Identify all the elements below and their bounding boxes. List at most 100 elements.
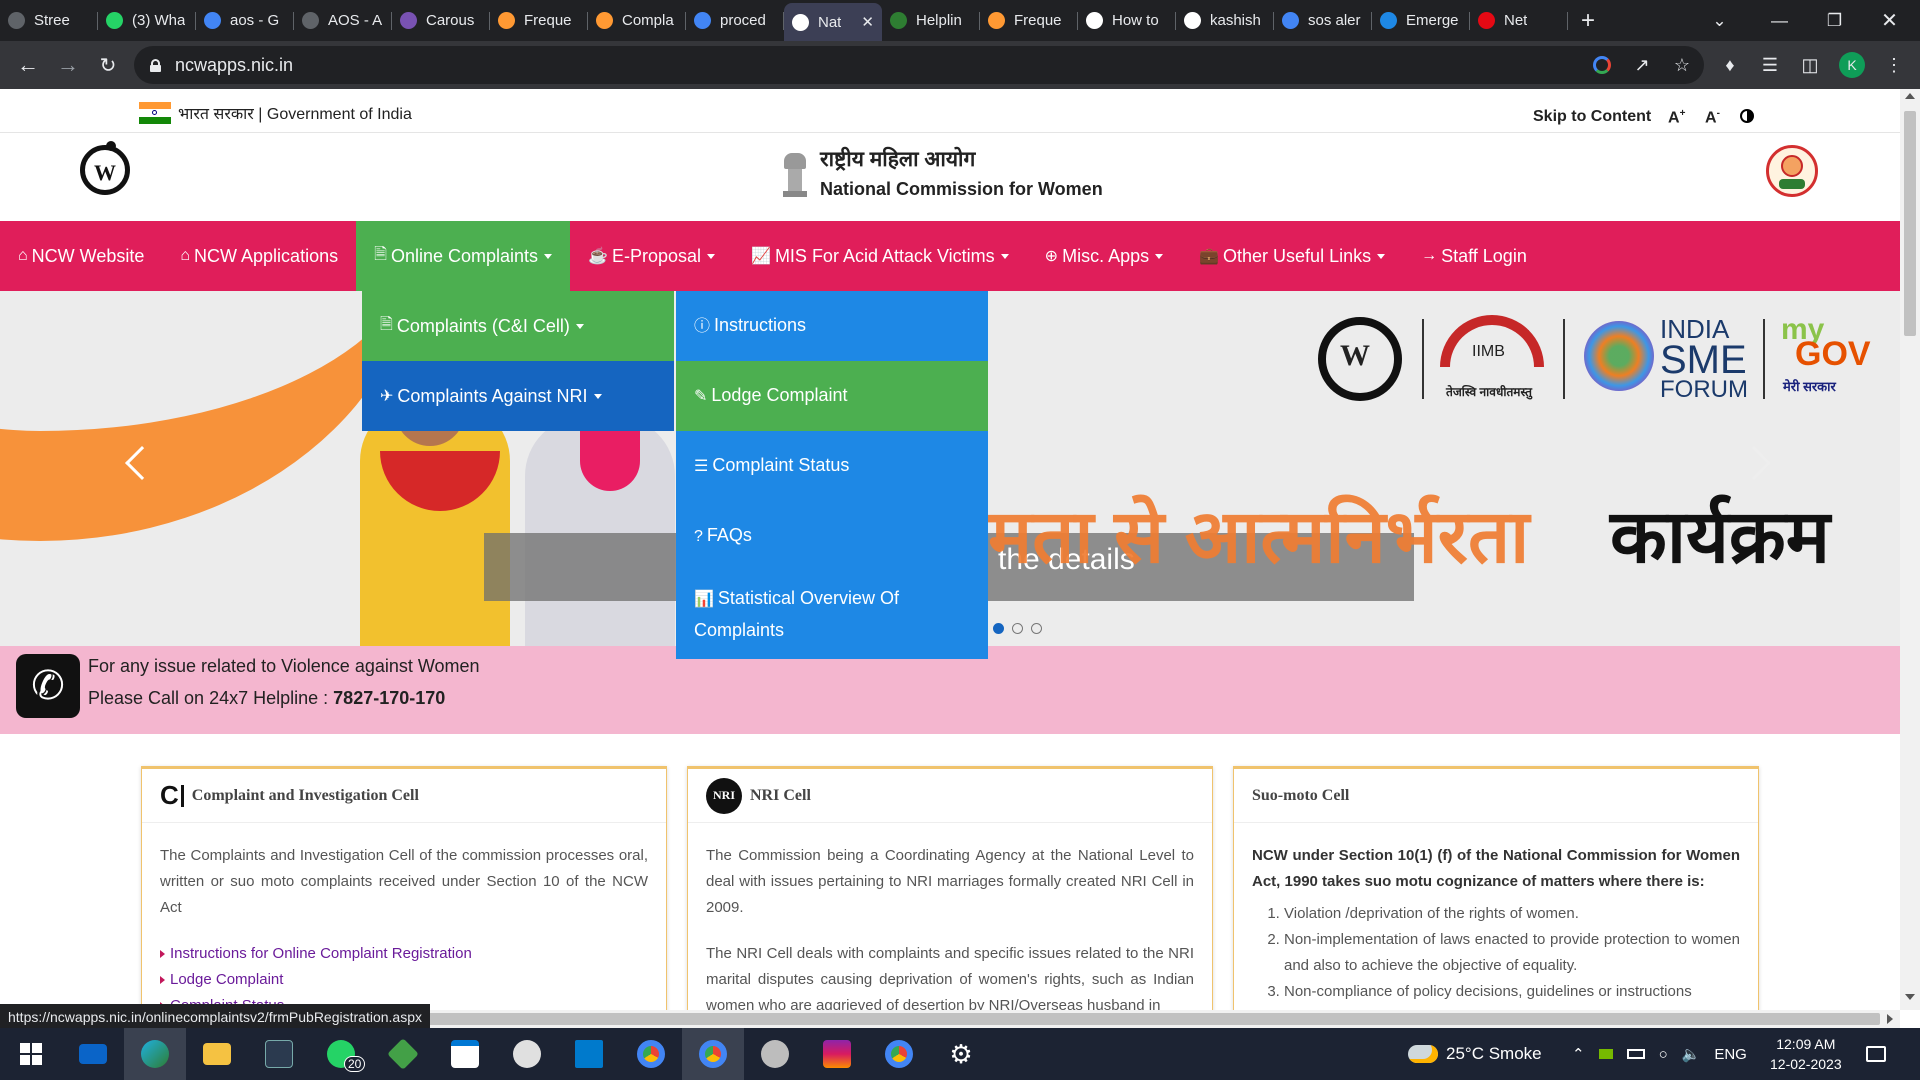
windows-start-icon[interactable]	[0, 1028, 62, 1080]
browser-tab[interactable]: AOS - A	[294, 0, 392, 41]
media-control-icon[interactable]: ☰	[1752, 47, 1788, 83]
helpline-number[interactable]: 7827-170-170	[333, 688, 445, 708]
nav-item-ncw-website[interactable]: ⌂ NCW Website	[0, 221, 162, 291]
tab-search-button[interactable]: ⌄	[1692, 0, 1747, 41]
contrast-icon[interactable]	[1740, 109, 1754, 123]
vscode-icon[interactable]	[558, 1028, 620, 1080]
submenu-label: Complaints (C&I Cell)	[396, 315, 570, 336]
new-tab-button[interactable]: +	[1568, 7, 1608, 35]
nri-cell-card-header: NRI NRI Cell	[688, 769, 1212, 823]
nav-item-e-proposal[interactable]: ☕ E-Proposal	[570, 221, 733, 291]
share-icon[interactable]: ↗	[1624, 47, 1660, 83]
tab-close-icon[interactable]: ✕	[861, 13, 874, 31]
caret-down-icon	[544, 253, 553, 259]
browser-tab[interactable]: Freque	[490, 0, 588, 41]
clock[interactable]: 12:09 AM 12-02-2023	[1770, 1028, 1842, 1080]
browser-tab[interactable]: Emerge	[1372, 0, 1470, 41]
paint3d-icon[interactable]	[744, 1028, 806, 1080]
banner-hindi-karyakram: कार्यक्रम	[1610, 495, 1831, 578]
browser-tab[interactable]: proced	[686, 0, 784, 41]
store-icon[interactable]	[434, 1028, 496, 1080]
extensions-icon[interactable]: ♦	[1712, 47, 1748, 83]
scroll-up-arrow-icon[interactable]	[1905, 93, 1915, 99]
nav-item-online-complaints[interactable]: 🗎 Online Complaints	[356, 221, 571, 291]
ci-link-lodge[interactable]: Lodge Complaint	[142, 967, 666, 993]
font-increase-button[interactable]: A+	[1668, 108, 1685, 127]
browser-tab[interactable]: Compla	[588, 0, 686, 41]
nvidia-icon[interactable]	[1598, 1049, 1613, 1059]
scroll-right-arrow-icon[interactable]	[1887, 1014, 1893, 1024]
browser-tab[interactable]: Helplin	[882, 0, 980, 41]
nav-item-staff-login[interactable]: → Staff Login	[1403, 221, 1545, 291]
git-icon[interactable]	[372, 1028, 434, 1080]
submenu-against-nri[interactable]: ✈ Complaints Against NRI	[362, 361, 674, 431]
forward-button[interactable]: →	[48, 45, 88, 85]
language-indicator[interactable]: ENG	[1714, 1046, 1747, 1063]
browser-tab[interactable]: Carous	[392, 0, 490, 41]
nav-item-misc-apps[interactable]: ⊕ Misc. Apps	[1027, 221, 1181, 291]
browser-tab[interactable]: Freque	[980, 0, 1078, 41]
browser-tab[interactable]: (3) Wha	[98, 0, 196, 41]
close-window-button[interactable]: ✕	[1862, 0, 1917, 41]
ncw-logo[interactable]: W	[80, 141, 130, 195]
back-button[interactable]: ←	[8, 45, 48, 85]
submenu-ci-cell[interactable]: 🗎 Complaints (C&I Cell)	[362, 291, 674, 361]
browser-tab[interactable]: kashish	[1176, 0, 1274, 41]
mysql-icon[interactable]	[248, 1028, 310, 1080]
carousel-next-icon[interactable]	[1737, 446, 1771, 480]
nav-item-other-useful-links[interactable]: 💼 Other Useful Links	[1181, 221, 1403, 291]
whatsapp-taskbar-icon[interactable]: 20	[310, 1028, 372, 1080]
vertical-scrollbar[interactable]	[1900, 89, 1920, 1010]
scroll-down-arrow-icon[interactable]	[1905, 994, 1915, 1000]
nri-menu-instructions[interactable]: ⓘ Instructions	[676, 291, 988, 361]
profile-avatar[interactable]: K	[1834, 47, 1870, 83]
carousel-dot-2[interactable]	[1012, 623, 1023, 634]
browser-tab[interactable]: How to	[1078, 0, 1176, 41]
browser-tab[interactable]: Nat ✕	[784, 3, 882, 41]
carousel-dot-1[interactable]	[993, 623, 1004, 634]
browser-tab[interactable]: aos - G	[196, 0, 294, 41]
chrome-icon-2[interactable]	[868, 1028, 930, 1080]
volume-icon[interactable]: 🔈	[1682, 1045, 1701, 1063]
notifications-icon[interactable]	[1866, 1028, 1886, 1080]
settings-gear-icon[interactable]: ⚙	[930, 1028, 992, 1080]
google-lens-icon[interactable]	[1584, 47, 1620, 83]
browser-tab[interactable]: Stree	[0, 0, 98, 41]
nri-menu-lodge-complaint[interactable]: ✎ Lodge Complaint	[676, 361, 988, 431]
address-bar[interactable]: ncwapps.nic.in	[134, 46, 1704, 84]
nav-item-mis-for-acid-attack-victims[interactable]: 📈 MIS For Acid Attack Victims	[733, 221, 1027, 291]
nri-menu-complaint-status[interactable]: ☰ Complaint Status	[676, 431, 988, 501]
list-icon: ☰	[694, 458, 709, 475]
side-panel-icon[interactable]: ◫	[1792, 47, 1828, 83]
reload-button[interactable]: ↻	[88, 45, 128, 85]
carousel-dot-3[interactable]	[1031, 623, 1042, 634]
tab-title: (3) Wha	[132, 12, 186, 29]
tray-chevron-icon[interactable]: ⌃	[1572, 1045, 1585, 1063]
winrar-icon[interactable]	[806, 1028, 868, 1080]
chrome-icon[interactable]	[620, 1028, 682, 1080]
minimize-button[interactable]: —	[1752, 0, 1807, 41]
nav-item-ncw-applications[interactable]: ⌂ NCW Applications	[162, 221, 356, 291]
nri-menu-statistical-overview-of-complaints[interactable]: 📊 Statistical Overview Of Complaints	[676, 571, 988, 659]
edge-icon[interactable]	[124, 1028, 186, 1080]
file-explorer-icon[interactable]	[186, 1028, 248, 1080]
browser-tab[interactable]: Net	[1470, 0, 1568, 41]
maximize-button[interactable]: ❐	[1807, 0, 1862, 41]
weather-widget[interactable]: 25°C Smoke	[1408, 1028, 1542, 1080]
sme-forum: FORUM	[1660, 376, 1748, 403]
menu-kebab-icon[interactable]: ⋮	[1876, 47, 1912, 83]
paint-icon[interactable]	[496, 1028, 558, 1080]
browser-tab[interactable]: sos aler	[1274, 0, 1372, 41]
vertical-scroll-thumb[interactable]	[1904, 111, 1916, 336]
bookmark-star-icon[interactable]: ☆	[1664, 47, 1700, 83]
skip-to-content-link[interactable]: Skip to Content	[1533, 108, 1651, 126]
network-icon[interactable]: ○	[1659, 1046, 1668, 1063]
font-decrease-button[interactable]: A-	[1705, 108, 1720, 127]
nri-menu-faqs[interactable]: ? FAQs	[676, 501, 988, 571]
nav-item-label: Misc. Apps	[1062, 245, 1150, 266]
tab-title: Freque	[524, 12, 572, 29]
chrome-profile-icon[interactable]	[682, 1028, 744, 1080]
battery-icon[interactable]	[1626, 1049, 1645, 1059]
ci-link-instructions[interactable]: Instructions for Online Complaint Regist…	[142, 941, 666, 967]
mail-icon[interactable]	[62, 1028, 124, 1080]
